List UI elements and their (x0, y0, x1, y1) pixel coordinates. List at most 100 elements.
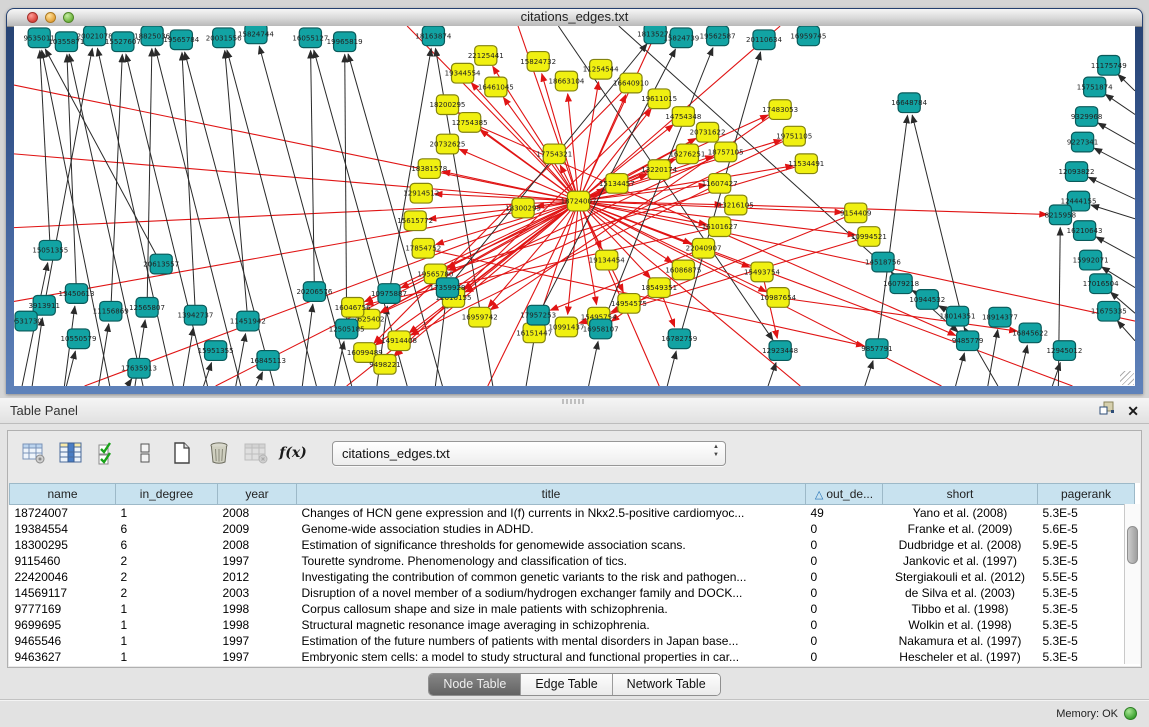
cell-in-degree[interactable]: 1 (116, 649, 218, 665)
graph-node-teal[interactable]: 13942737 (177, 305, 213, 325)
splitter-grip-icon[interactable] (562, 399, 584, 404)
cell-pagerank[interactable]: 5.3E-5 (1038, 633, 1135, 649)
graph-node-teal[interactable]: 19965819 (327, 32, 363, 52)
cell-name[interactable]: 9465546 (10, 633, 116, 649)
cell-short[interactable]: de Silva et al. (2003) (883, 585, 1038, 601)
cell-title[interactable]: Estimation of the future numbers of pati… (297, 633, 806, 649)
graph-node-yellow[interactable]: 16151447 (516, 323, 552, 343)
new-table-icon[interactable] (168, 440, 196, 466)
graph-node-teal[interactable]: 16782759 (661, 329, 697, 349)
cell-pagerank[interactable]: 5.3E-5 (1038, 585, 1135, 601)
graph-node-teal[interactable]: 12093822 (1059, 162, 1095, 182)
cell-name[interactable]: 9463627 (10, 649, 116, 665)
cell-short[interactable]: Dudbridge et al. (2008) (883, 537, 1038, 553)
cell-pagerank[interactable]: 5.5E-5 (1038, 569, 1135, 585)
graph-node-yellow[interactable]: 10987654 (760, 288, 796, 308)
graph-node-yellow[interactable]: 17854752 (405, 238, 441, 258)
graph-node-yellow[interactable]: 18663104 (548, 71, 584, 91)
graph-node-yellow[interactable]: 9498221 (369, 355, 400, 375)
table-row[interactable]: 1872400712008Changes of HCN gene express… (10, 505, 1135, 522)
cell-year[interactable]: 1997 (218, 553, 297, 569)
graph-node-yellow[interactable]: 15824732 (520, 52, 556, 72)
cell-out-de-[interactable]: 0 (806, 585, 883, 601)
graph-node-teal[interactable]: 20031556 (206, 28, 242, 48)
cell-name[interactable]: 9115460 (10, 553, 116, 569)
minimize-window-button[interactable] (45, 12, 56, 23)
row-selection-icon[interactable] (94, 440, 122, 466)
graph-node-yellow[interactable]: 12754385 (452, 113, 488, 133)
table-row[interactable]: 1938455462009Genome-wide association stu… (10, 521, 1135, 537)
cell-title[interactable]: Embryonic stem cells: a model to study s… (297, 649, 806, 665)
cell-in-degree[interactable]: 2 (116, 553, 218, 569)
cell-pagerank[interactable]: 5.3E-5 (1038, 505, 1135, 522)
graph-node-teal[interactable]: 18914377 (982, 307, 1018, 327)
cell-title[interactable]: Changes of HCN gene expression and I(f) … (297, 505, 806, 522)
cell-short[interactable]: Wolkin et al. (1998) (883, 617, 1038, 633)
graph-node-yellow[interactable]: 19344554 (445, 63, 481, 83)
graph-node-yellow[interactable]: 9154409 (840, 203, 871, 223)
column-header-short[interactable]: short (883, 484, 1038, 505)
graph-node-yellow[interactable]: 22125441 (468, 46, 504, 66)
cell-out-de-[interactable]: 0 (806, 649, 883, 665)
cell-short[interactable]: Tibbo et al. (1998) (883, 601, 1038, 617)
graph-node-yellow[interactable]: 18757105 (708, 142, 744, 162)
cell-out-de-[interactable]: 0 (806, 633, 883, 649)
graph-node-yellow[interactable]: 18381578 (411, 159, 447, 179)
column-header-pagerank[interactable]: pagerank (1038, 484, 1135, 505)
table-row[interactable]: 1830029562008Estimation of significance … (10, 537, 1135, 553)
table-row[interactable]: 911546021997Tourette syndrome. Phenomeno… (10, 553, 1135, 569)
table-row[interactable]: 946362711997Embryonic stem cells: a mode… (10, 649, 1135, 665)
graph-node-teal[interactable]: 9329968 (1071, 107, 1102, 127)
cell-pagerank[interactable]: 5.3E-5 (1038, 617, 1135, 633)
graph-node-teal[interactable]: 9857791 (861, 339, 892, 359)
graph-node-yellow[interactable]: 11254544 (583, 59, 619, 79)
graph-node-yellow[interactable]: 20732625 (430, 134, 466, 154)
cell-in-degree[interactable]: 1 (116, 617, 218, 633)
cell-out-de-[interactable]: 0 (806, 537, 883, 553)
graph-node-yellow[interactable]: 19751105 (776, 126, 812, 146)
cell-name[interactable]: 18300295 (10, 537, 116, 553)
graph-node-teal[interactable]: 12945012 (1046, 341, 1082, 361)
cell-name[interactable]: 19384554 (10, 521, 116, 537)
cell-name[interactable]: 9699695 (10, 617, 116, 633)
graph-node-teal[interactable]: 9485779 (952, 331, 983, 351)
table-row[interactable]: 946554611997Estimation of the future num… (10, 633, 1135, 649)
graph-node-teal[interactable]: 10550579 (61, 329, 97, 349)
graph-node-teal[interactable]: 15951355 (198, 341, 234, 361)
cell-year[interactable]: 2003 (218, 585, 297, 601)
cell-title[interactable]: Estimation of significance thresholds fo… (297, 537, 806, 553)
graph-node-teal[interactable]: 12565807 (129, 297, 165, 317)
graph-node-yellow[interactable]: 11607427 (702, 174, 738, 194)
graph-node-teal[interactable]: 20110634 (746, 30, 782, 50)
table-scrollbar[interactable] (1124, 504, 1140, 664)
graph-node-teal[interactable]: 20206576 (296, 282, 332, 302)
graph-node-teal[interactable]: 17016504 (1083, 274, 1119, 294)
cell-year[interactable]: 2009 (218, 521, 297, 537)
graph-node-teal[interactable]: 16648784 (891, 93, 927, 113)
graph-node-yellow[interactable]: 13216105 (718, 195, 754, 215)
cell-name[interactable]: 18724007 (10, 505, 116, 522)
graph-node-teal[interactable]: 11175749 (1091, 56, 1127, 76)
cell-out-de-[interactable]: 0 (806, 521, 883, 537)
cell-year[interactable]: 2012 (218, 569, 297, 585)
cell-out-de-[interactable]: 0 (806, 553, 883, 569)
scrollbar-thumb[interactable] (1127, 526, 1138, 564)
cell-in-degree[interactable]: 2 (116, 569, 218, 585)
cell-pagerank[interactable]: 5.9E-5 (1038, 537, 1135, 553)
cell-year[interactable]: 2008 (218, 505, 297, 522)
cell-title[interactable]: Structural magnetic resonance image aver… (297, 617, 806, 633)
table-options-icon[interactable] (20, 440, 48, 466)
graph-node-teal[interactable]: 15824744 (238, 26, 274, 44)
graph-node-teal[interactable]: 15992071 (1073, 250, 1109, 270)
function-builder-icon[interactable]: f(x) (279, 440, 307, 466)
cell-name[interactable]: 14569117 (10, 585, 116, 601)
cell-title[interactable]: Corpus callosum shape and size in male p… (297, 601, 806, 617)
cell-short[interactable]: Jankovic et al. (1997) (883, 553, 1038, 569)
graph-node-yellow[interactable]: 18200295 (430, 95, 466, 115)
table-select-dropdown[interactable]: citations_edges.txt ▲ ▼ (332, 441, 726, 466)
cell-year[interactable]: 1997 (218, 633, 297, 649)
graph-node-yellow[interactable]: 17483053 (762, 100, 798, 120)
cell-pagerank[interactable]: 5.3E-5 (1038, 649, 1135, 665)
cell-in-degree[interactable]: 1 (116, 633, 218, 649)
zoom-window-button[interactable] (63, 12, 74, 23)
